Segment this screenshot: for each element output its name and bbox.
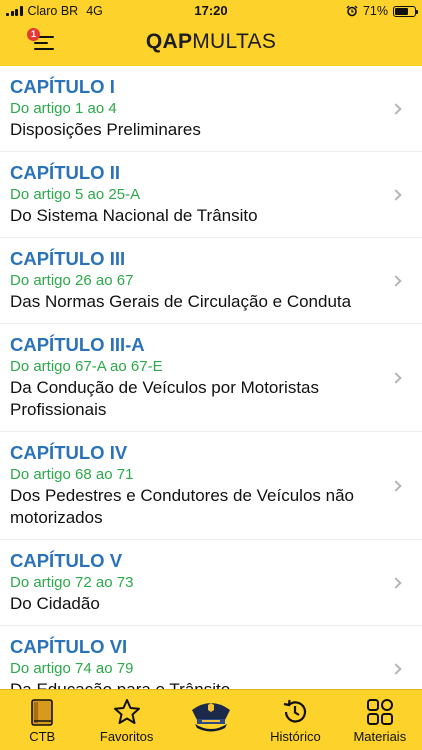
chapter-item[interactable]: CAPÍTULO III-A Do artigo 67-A ao 67-E Da… [0,324,422,432]
chapter-title: Das Normas Gerais de Circulação e Condut… [10,292,352,311]
tab-favoritos[interactable]: Favoritos [84,690,168,750]
chapter-title: Do Cidadão [10,594,100,613]
status-bar: Claro BR 4G 17:20 71% [0,0,422,22]
chevron-right-icon [390,662,402,675]
chevron-right-icon [390,479,402,492]
tab-materiais-label: Materiais [353,729,407,744]
chapter-range: Do artigo 5 ao 25-A [10,186,141,203]
chapter-list: CAPÍTULO I Do artigo 1 ao 4 Disposições … [0,66,422,689]
alarm-icon [346,5,358,17]
tab-home[interactable] [169,690,253,750]
tab-materiais[interactable]: Materiais [338,690,422,750]
tab-ctb[interactable]: CTB [0,690,84,750]
chapter-item[interactable]: CAPÍTULO V Do artigo 72 ao 73 Do Cidadão [0,540,422,626]
battery-icon [393,5,418,17]
chevron-right-icon [390,576,402,589]
chapter-number: CAPÍTULO I [10,76,115,97]
chevron-right-icon [390,371,402,384]
star-icon [112,697,142,727]
tab-bar: CTB Favoritos Histórico Materiais [0,689,422,750]
chevron-right-icon [390,274,402,287]
chapter-item[interactable]: CAPÍTULO III Do artigo 26 ao 67 Das Norm… [0,238,422,324]
tab-historico-label: Histórico [270,729,321,744]
chapter-title: Da Educação para o Trânsito [10,679,382,689]
chapter-title: Dos Pedestres e Condutores de Veículos n… [10,486,354,527]
chapter-range: Do artigo 1 ao 4 [10,100,117,117]
chevron-right-icon [390,188,402,201]
chapter-item[interactable]: CAPÍTULO VI Do artigo 74 ao 79 Da Educaç… [0,626,422,689]
chapter-item[interactable]: CAPÍTULO I Do artigo 1 ao 4 Disposições … [0,66,422,152]
battery-percent: 71% [362,4,388,18]
chapter-number: CAPÍTULO III [10,248,126,269]
app-logo: QAPMULTAS [145,30,277,53]
chapter-item[interactable]: CAPÍTULO II Do artigo 5 ao 25-A Do Siste… [0,152,422,238]
chapter-number: CAPÍTULO IV [10,442,128,463]
police-cap-icon [189,695,233,737]
chapter-title: Disposições Preliminares [10,120,201,139]
chapter-title: Do Sistema Nacional de Trânsito [10,206,258,225]
grid-icon [365,697,395,727]
chapter-item[interactable]: CAPÍTULO IV Do artigo 68 ao 71 Dos Pedes… [0,432,422,540]
chapter-range: Do artigo 72 ao 73 [10,574,134,591]
chapter-number: CAPÍTULO VI [10,636,128,657]
chapter-range: Do artigo 74 ao 79 [10,660,134,677]
tab-ctb-label: CTB [29,729,56,744]
chapter-range: Do artigo 26 ao 67 [10,272,134,289]
chapter-range: Do artigo 67-A ao 67-E [10,358,163,375]
tab-historico[interactable]: Histórico [253,690,337,750]
chapter-number: CAPÍTULO V [10,550,123,571]
chapter-number: CAPÍTULO II [10,162,120,183]
chapter-number: CAPÍTULO III-A [10,334,145,355]
top-bar: Claro BR 4G 17:20 71% 1 QAPMULTAS [0,0,422,66]
chapter-range: Do artigo 68 ao 71 [10,466,134,483]
chapter-title: Da Condução de Veículos por Motoristas P… [10,378,320,419]
book-icon [27,697,57,727]
tab-favoritos-label: Favoritos [99,729,154,744]
chevron-right-icon [390,102,402,115]
history-icon [280,697,310,727]
